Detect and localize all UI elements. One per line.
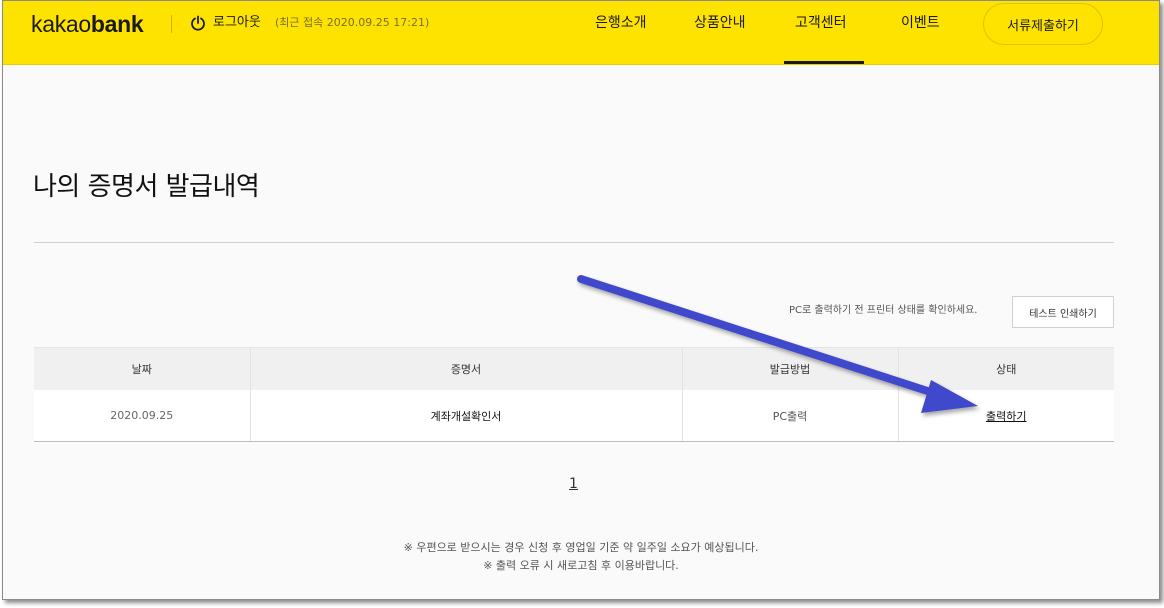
table-row: 2020.09.25 계좌개설확인서 PC출력 출력하기 (34, 390, 1114, 442)
printer-check-note: PC로 출력하기 전 프린터 상태를 확인하세요. (789, 305, 978, 316)
note-print-error: ※ 출력 오류 시 새로고침 후 이용바랍니다. (483, 559, 679, 572)
title-divider (34, 242, 1114, 243)
cell-method: PC출력 (681, 390, 898, 442)
column-header-date: 날짜 (34, 347, 250, 390)
kakaobank-logo[interactable]: kakaobank (31, 11, 144, 37)
column-header-method: 발급방법 (681, 347, 898, 390)
column-header-certificate: 증명서 (249, 347, 682, 390)
nav-item-about[interactable]: 은행소개 (595, 13, 647, 33)
cell-certificate: 계좌개설확인서 (249, 390, 682, 442)
certificate-history-table: 날짜 증명서 발급방법 상태 2020.09.25 계좌개설확인서 PC출력 출… (34, 347, 1114, 442)
print-link[interactable]: 출력하기 (986, 410, 1026, 423)
nav-active-indicator (784, 61, 864, 64)
last-login-time: (최근 접속 2020.09.25 17:21) (275, 16, 430, 29)
nav-item-customer-center[interactable]: 고객센터 (795, 13, 847, 33)
footer-notes: ※ 우편으로 받으시는 경우 신청 후 영업일 기준 약 일주일 소요가 예상됩… (3, 539, 1159, 575)
submit-documents-button[interactable]: 서류제출하기 (983, 3, 1103, 45)
cell-status: 출력하기 (897, 390, 1114, 442)
page-title: 나의 증명서 발급내역 (33, 172, 260, 202)
test-print-button[interactable]: 테스트 인쇄하기 (1012, 296, 1114, 328)
power-icon[interactable] (190, 15, 206, 31)
arrow-annotation-icon (577, 275, 978, 413)
cell-date: 2020.09.25 (34, 390, 250, 442)
header-divider (171, 15, 172, 33)
table-header-row: 날짜 증명서 발급방법 상태 (34, 347, 1114, 390)
nav-item-events[interactable]: 이벤트 (901, 13, 940, 33)
note-mail-delivery: ※ 우편으로 받으시는 경우 신청 후 영업일 기준 약 일주일 소요가 예상됩… (403, 541, 759, 554)
header: kakaobank 로그아웃 (최근 접속 2020.09.25 17:21) … (3, 1, 1159, 65)
pagination-page-1[interactable]: 1 (569, 475, 578, 493)
column-header-status: 상태 (897, 347, 1114, 390)
nav-item-products[interactable]: 상품안내 (694, 13, 746, 33)
browser-frame: kakaobank 로그아웃 (최근 접속 2020.09.25 17:21) … (2, 0, 1160, 600)
logout-link[interactable]: 로그아웃 (213, 14, 261, 32)
